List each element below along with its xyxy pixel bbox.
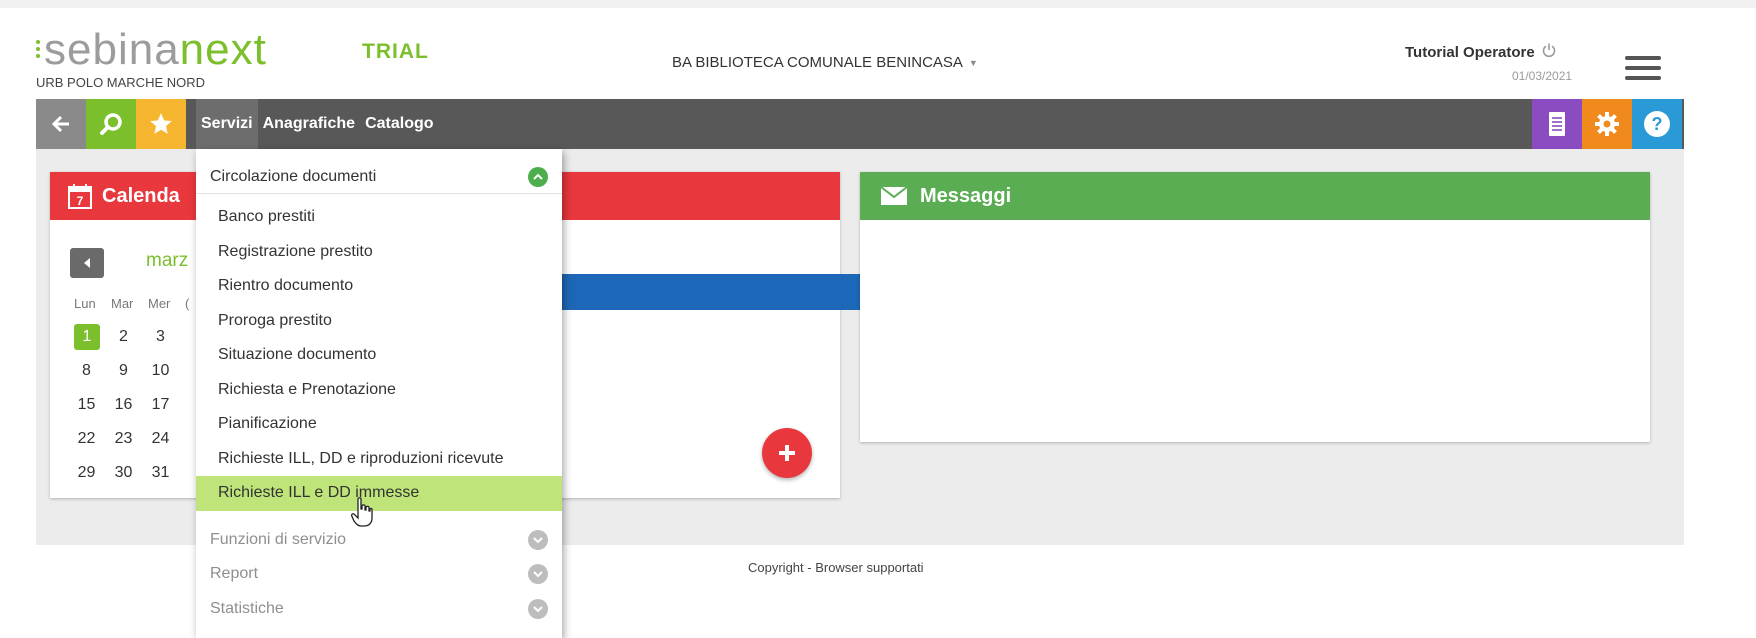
right-margin bbox=[1684, 8, 1756, 568]
menu-item-proroga-prestito[interactable]: Proroga prestito bbox=[196, 304, 562, 339]
svg-text:7: 7 bbox=[77, 194, 84, 208]
weekday-label: Lun bbox=[74, 296, 96, 311]
menu-section-label: Circolazione documenti bbox=[210, 168, 377, 185]
calendar-days: 1 2 3 8 9 10 15 16 17 22 23 24 29 30 31 bbox=[68, 320, 179, 490]
calendar-day[interactable]: 9 bbox=[105, 362, 142, 380]
calendar-day[interactable]: 29 bbox=[68, 464, 105, 482]
menu-item-rientro-documento[interactable]: Rientro documento bbox=[196, 269, 562, 304]
search-button[interactable] bbox=[86, 99, 136, 149]
gear-icon bbox=[1595, 112, 1619, 136]
calendar-day[interactable]: 16 bbox=[105, 396, 142, 414]
menu-item-pianificazione[interactable]: Pianificazione bbox=[196, 407, 562, 442]
calendar-day[interactable]: 17 bbox=[142, 396, 179, 414]
menu-item-richiesta-prenotazione[interactable]: Richiesta e Prenotazione bbox=[196, 373, 562, 408]
chevron-up-icon bbox=[528, 167, 548, 187]
menu-section-circolazione[interactable]: Circolazione documenti bbox=[196, 159, 562, 195]
settings-button[interactable] bbox=[1582, 99, 1632, 149]
menu-item-richieste-ricevute[interactable]: Richieste ILL, DD e riproduzioni ricevut… bbox=[196, 442, 562, 477]
menu-item-situazione-documento[interactable]: Situazione documento bbox=[196, 338, 562, 373]
calendar-day[interactable]: 10 bbox=[142, 362, 179, 380]
library-name: BA BIBLIOTECA COMUNALE BENINCASA bbox=[672, 54, 963, 71]
menu-items: Banco prestiti Registrazione prestito Ri… bbox=[196, 200, 562, 511]
triangle-left-icon bbox=[84, 258, 90, 268]
arrow-left-icon bbox=[51, 115, 69, 133]
menu-divider bbox=[196, 193, 562, 194]
calendar-icon: 7 bbox=[68, 184, 92, 209]
servizi-dropdown-menu: Circolazione documenti Banco prestiti Re… bbox=[196, 149, 562, 638]
messages-card: Messaggi bbox=[860, 172, 1650, 442]
hand-cursor-icon bbox=[351, 497, 373, 527]
logo-text-sebina: sebina bbox=[44, 25, 180, 74]
calendar-day[interactable]: 15 bbox=[68, 396, 105, 414]
calendar-week: 8 9 10 bbox=[68, 354, 179, 388]
sebinanext-logo[interactable]: sebina next bbox=[36, 25, 267, 74]
calendar-day[interactable]: 22 bbox=[68, 430, 105, 448]
favorites-button[interactable] bbox=[136, 99, 186, 149]
menu-section-label: Report bbox=[210, 565, 259, 582]
logo-text-next: next bbox=[179, 25, 267, 74]
logo-dots-icon bbox=[36, 40, 42, 58]
top-strip bbox=[0, 0, 1756, 8]
power-icon[interactable] bbox=[1541, 42, 1557, 62]
calendar-week: 1 2 3 bbox=[68, 320, 179, 354]
calendar-card-title: Calenda bbox=[102, 184, 180, 207]
user-name: Tutorial Operatore bbox=[1405, 43, 1535, 61]
help-button[interactable]: ? bbox=[1632, 99, 1682, 149]
nav-servizi[interactable]: Servizi bbox=[196, 99, 258, 149]
menu-section-label: Funzioni di servizio bbox=[210, 531, 347, 548]
session-date: 01/03/2021 bbox=[1512, 69, 1573, 83]
svg-text:?: ? bbox=[1652, 114, 1663, 134]
menu-section-label: Statistiche bbox=[210, 600, 284, 617]
document-button[interactable] bbox=[1532, 99, 1582, 149]
nav-anagrafiche[interactable]: Anagrafiche bbox=[258, 99, 360, 149]
document-icon bbox=[1549, 112, 1565, 136]
calendar-week: 29 30 31 bbox=[68, 456, 179, 490]
calendar-prev-button[interactable] bbox=[70, 248, 104, 278]
menu-section-funzioni[interactable]: Funzioni di servizio bbox=[196, 522, 562, 558]
envelope-icon bbox=[880, 186, 908, 205]
calendar-day[interactable]: 31 bbox=[142, 464, 179, 482]
star-icon bbox=[150, 113, 172, 134]
main-toolbar: Servizi Anagrafiche Catalogo ? bbox=[36, 99, 1684, 149]
messages-card-title: Messaggi bbox=[920, 184, 1012, 207]
chevron-down-icon bbox=[528, 564, 548, 584]
hamburger-menu-icon[interactable] bbox=[1625, 56, 1661, 80]
add-event-button[interactable] bbox=[762, 428, 812, 478]
chevron-down-icon bbox=[528, 530, 548, 550]
main-nav: Servizi Anagrafiche Catalogo bbox=[196, 99, 439, 149]
calendar-day[interactable]: 8 bbox=[68, 362, 105, 380]
calendar-week: 15 16 17 bbox=[68, 388, 179, 422]
menu-item-registrazione-prestito[interactable]: Registrazione prestito bbox=[196, 235, 562, 270]
menu-item-richieste-immesse[interactable]: Richieste ILL e DD immesse bbox=[196, 476, 562, 511]
calendar-event-bar[interactable] bbox=[562, 274, 870, 310]
calendar-day[interactable]: 23 bbox=[105, 430, 142, 448]
calendar-day[interactable]: 2 bbox=[105, 328, 142, 346]
polo-label: URB POLO MARCHE NORD bbox=[36, 75, 206, 90]
menu-section-statistiche[interactable]: Statistiche bbox=[196, 591, 562, 627]
library-selector[interactable]: BA BIBLIOTECA COMUNALE BENINCASA ▼ bbox=[672, 54, 978, 71]
back-button[interactable] bbox=[36, 99, 86, 149]
calendar-day[interactable]: 24 bbox=[142, 430, 179, 448]
weekday-label: Mar bbox=[111, 296, 134, 311]
question-circle-icon: ? bbox=[1644, 111, 1670, 137]
user-info: Tutorial Operatore bbox=[1405, 42, 1557, 62]
menu-section-report[interactable]: Report bbox=[196, 556, 562, 592]
caret-down-icon: ▼ bbox=[968, 57, 978, 68]
calendar-day[interactable]: 30 bbox=[105, 464, 142, 482]
calendar-day-today[interactable]: 1 bbox=[74, 324, 100, 350]
calendar-month: marz bbox=[146, 250, 189, 271]
plus-icon bbox=[779, 445, 795, 461]
chevron-down-icon bbox=[528, 599, 548, 619]
app-window: sebina next URB POLO MARCHE NORD TRIAL BA… bbox=[0, 0, 1756, 638]
messages-card-header: Messaggi bbox=[860, 172, 1650, 220]
footer-copyright[interactable]: Copyright - Browser supportati bbox=[748, 560, 924, 575]
weekday-label: Mer bbox=[148, 296, 171, 311]
nav-catalogo[interactable]: Catalogo bbox=[360, 99, 438, 149]
menu-item-banco-prestiti[interactable]: Banco prestiti bbox=[196, 200, 562, 235]
calendar-day[interactable]: 3 bbox=[142, 328, 179, 346]
calendar-week: 22 23 24 bbox=[68, 422, 179, 456]
search-icon bbox=[100, 113, 122, 135]
trial-badge: TRIAL bbox=[362, 40, 429, 63]
